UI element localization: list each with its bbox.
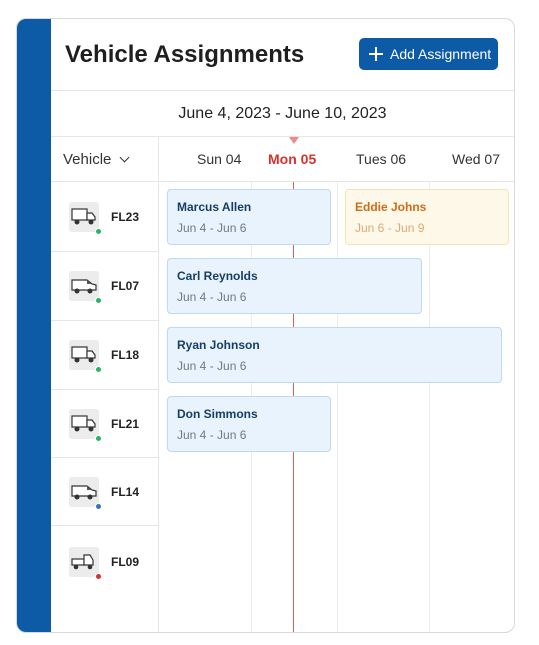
vehicle-row-fl07[interactable]: FL07 bbox=[51, 252, 159, 321]
day-wed: Wed 07 bbox=[452, 151, 500, 167]
vehicle-code: FL23 bbox=[111, 209, 140, 224]
vehicle-code: FL07 bbox=[111, 279, 140, 293]
status-dot bbox=[95, 573, 102, 580]
assignment-driver: Ryan Johnson bbox=[177, 338, 260, 352]
status-dot bbox=[95, 227, 102, 235]
add-assignment-label: Add Assignment bbox=[390, 46, 492, 62]
assignment-eddie-johns[interactable]: Eddie Johns Jun 6 - Jun 9 bbox=[345, 189, 509, 245]
vehicle-row-fl14[interactable]: FL14 bbox=[51, 458, 159, 526]
assignment-driver: Marcus Allen bbox=[177, 200, 252, 214]
van-icon bbox=[69, 476, 102, 510]
assignment-marcus-allen[interactable]: Marcus Allen Jun 4 - Jun 6 bbox=[167, 189, 331, 245]
day-tue: Tues 06 bbox=[356, 151, 407, 167]
schedule-grid: FL23 FL07 FL18 FL21 FL14 FL09 Marcus All… bbox=[51, 182, 514, 632]
assignments-card: Vehicle Assignments Add Assignment June … bbox=[16, 18, 515, 633]
box-truck-icon bbox=[69, 201, 102, 235]
vehicle-row-fl23[interactable]: FL23 bbox=[51, 182, 159, 252]
assignment-dates: Jun 6 - Jun 9 bbox=[355, 221, 425, 235]
assignment-don-simmons[interactable]: Don Simmons Jun 4 - Jun 6 bbox=[167, 396, 331, 452]
page-title: Vehicle Assignments bbox=[65, 41, 305, 68]
assignment-dates: Jun 4 - Jun 6 bbox=[177, 290, 247, 304]
header: Vehicle Assignments Add Assignment bbox=[51, 19, 514, 91]
assignment-driver: Eddie Johns bbox=[355, 200, 427, 214]
today-marker-icon bbox=[289, 137, 299, 144]
box-truck-icon bbox=[69, 340, 102, 373]
vehicle-filter-label: Vehicle bbox=[63, 151, 112, 168]
box-truck-icon bbox=[69, 408, 102, 442]
assignment-carl-reynolds[interactable]: Carl Reynolds Jun 4 - Jun 6 bbox=[167, 258, 422, 314]
vehicle-code: FL18 bbox=[111, 348, 140, 362]
vehicle-code: FL14 bbox=[111, 484, 140, 499]
grid-line bbox=[429, 182, 430, 632]
day-header: Vehicle Sun 04 Mon 05 Tues 06 Wed 07 bbox=[51, 137, 514, 182]
assignment-driver: Don Simmons bbox=[177, 407, 258, 421]
assignment-dates: Jun 4 - Jun 6 bbox=[177, 359, 247, 373]
semi-truck-icon bbox=[69, 547, 102, 580]
assignment-ryan-johnson[interactable]: Ryan Johnson Jun 4 - Jun 6 bbox=[167, 327, 502, 383]
grid-line bbox=[337, 182, 338, 632]
vehicle-code: FL09 bbox=[111, 555, 140, 569]
status-dot bbox=[95, 502, 102, 510]
assignment-dates: Jun 4 - Jun 6 bbox=[177, 221, 247, 235]
status-dot bbox=[95, 434, 102, 442]
status-dot bbox=[95, 366, 102, 373]
vehicle-filter-dropdown[interactable]: Vehicle bbox=[51, 137, 159, 182]
vehicle-row-fl09[interactable]: FL09 bbox=[51, 526, 159, 598]
date-range: June 4, 2023 - June 10, 2023 bbox=[51, 91, 514, 137]
vehicle-column: FL23 FL07 FL18 FL21 FL14 FL09 bbox=[51, 182, 159, 632]
day-sun: Sun 04 bbox=[197, 151, 242, 167]
vehicle-code: FL21 bbox=[111, 416, 140, 431]
add-assignment-button[interactable]: Add Assignment bbox=[359, 38, 498, 70]
side-rail bbox=[17, 19, 51, 632]
chevron-down-icon bbox=[119, 152, 130, 163]
vehicle-row-fl21[interactable]: FL21 bbox=[51, 390, 159, 458]
assignment-driver: Carl Reynolds bbox=[177, 269, 258, 283]
van-icon bbox=[69, 271, 102, 304]
assignment-dates: Jun 4 - Jun 6 bbox=[177, 428, 247, 442]
vehicle-row-fl18[interactable]: FL18 bbox=[51, 321, 159, 390]
status-dot bbox=[95, 297, 102, 304]
plus-icon bbox=[369, 47, 383, 61]
